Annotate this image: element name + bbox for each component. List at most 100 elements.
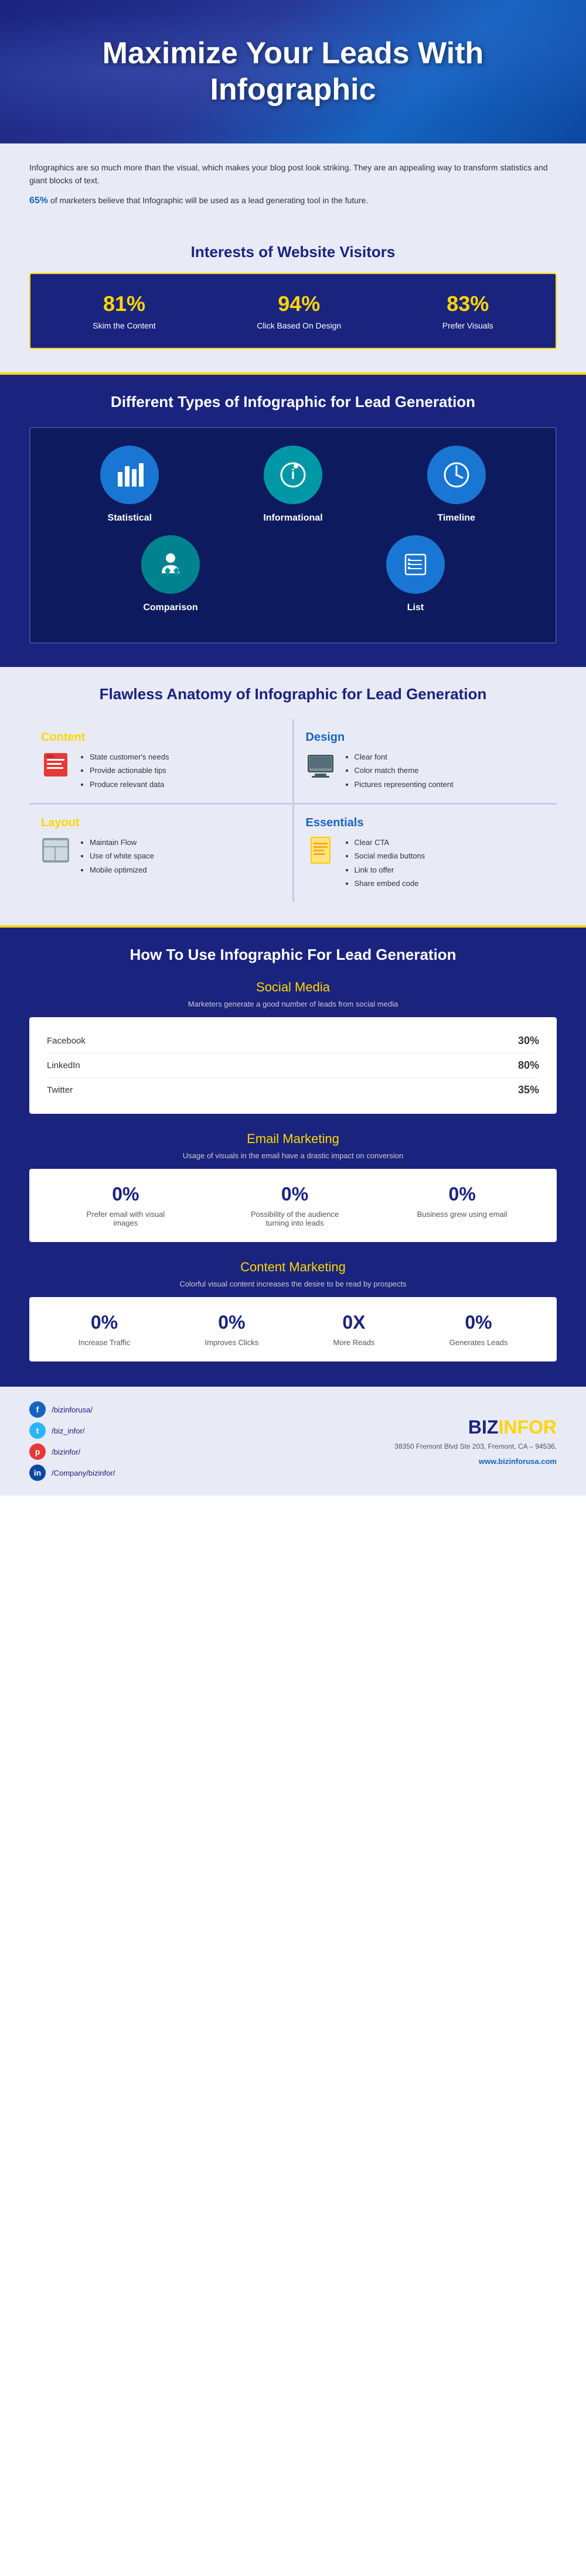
- type-label-informational: Informational: [263, 513, 322, 523]
- brand-name: BIZINFOR: [394, 1417, 557, 1438]
- content-label-3: More Reads: [333, 1338, 375, 1347]
- social-pct-3: 35%: [518, 1084, 539, 1096]
- anatomy-design-inner: Clear font Color match theme Pictures re…: [306, 750, 546, 791]
- type-item-list: List: [372, 535, 459, 613]
- intro-para2-text: of marketers believe that Infographic wi…: [50, 196, 368, 205]
- anatomy-content-icon: [41, 750, 70, 785]
- interests-section: Interests of Website Visitors 81% Skim t…: [0, 231, 586, 372]
- anatomy-essentials: Essentials Clear CTA Social media button…: [294, 805, 557, 902]
- anatomy-layout-label: Layout: [41, 816, 281, 830]
- footer-tw-handle: /biz_infor/: [52, 1426, 84, 1435]
- content-pct-1: 0%: [79, 1312, 131, 1333]
- content-item-2: 0% Improves Clicks: [205, 1312, 259, 1347]
- type-icon-list: [386, 535, 445, 594]
- content-item-1: 0% Increase Traffic: [79, 1312, 131, 1347]
- content-desc: Colorful visual content increases the de…: [29, 1280, 557, 1288]
- content-label-4: Generates Leads: [449, 1338, 508, 1347]
- howto-title: How To Use Infographic For Lead Generati…: [29, 945, 557, 965]
- anatomy-essentials-icon: [306, 836, 335, 870]
- hero-title: Maximize Your Leads With Infographic: [23, 35, 563, 108]
- content-pct-3: 0X: [333, 1312, 375, 1333]
- social-platform-3: Twitter: [47, 1085, 73, 1095]
- interest-label-1: Skim the Content: [93, 321, 155, 330]
- anatomy-essentials-li-4: Share embed code: [355, 877, 425, 890]
- anatomy-essentials-label: Essentials: [306, 816, 546, 830]
- type-icon-timeline: [427, 446, 486, 504]
- footer-social-pi[interactable]: p /bizinfor/: [29, 1443, 115, 1460]
- type-icon-statistical: [100, 446, 159, 504]
- interest-pct-3: 83%: [442, 292, 493, 316]
- email-item-1: 0% Prefer email with visual images: [79, 1183, 172, 1227]
- footer: f /bizinforusa/ t /biz_infor/ p /bizinfo…: [0, 1385, 586, 1496]
- type-label-statistical: Statistical: [108, 513, 152, 523]
- anatomy-essentials-inner: Clear CTA Social media buttons Link to o…: [306, 836, 546, 891]
- type-item-timeline: Timeline: [413, 446, 500, 524]
- brand-website: www.bizinforusa.com: [394, 1457, 557, 1466]
- email-desc: Usage of visuals in the email have a dra…: [29, 1151, 557, 1160]
- types-row-2: Comparison List: [48, 535, 538, 613]
- footer-social-tw[interactable]: t /biz_infor/: [29, 1422, 115, 1439]
- anatomy-section: Flawless Anatomy of Infographic for Lead…: [0, 667, 586, 926]
- social-media-title: Social Media: [29, 980, 557, 995]
- anatomy-layout-li-2: Use of white space: [90, 849, 154, 863]
- type-label-list: List: [407, 603, 424, 613]
- anatomy-content-li-1: State customer's needs: [90, 750, 169, 764]
- footer-social-fb[interactable]: f /bizinforusa/: [29, 1401, 115, 1418]
- interest-item-3: 83% Prefer Visuals: [442, 292, 493, 330]
- interest-pct-1: 81%: [93, 292, 155, 316]
- email-pct-3: 0%: [417, 1183, 507, 1205]
- type-label-timeline: Timeline: [437, 513, 475, 523]
- email-item-2: 0% Possibility of the audience turning i…: [248, 1183, 342, 1227]
- email-title: Email Marketing: [29, 1131, 557, 1147]
- types-section: Different Types of Infographic for Lead …: [0, 372, 586, 667]
- brand-biz: BIZ: [468, 1417, 499, 1438]
- social-pct-2: 80%: [518, 1059, 539, 1072]
- social-platform-2: LinkedIn: [47, 1060, 80, 1070]
- social-media-box: Facebook 30% LinkedIn 80% Twitter 35%: [29, 1017, 557, 1114]
- social-platform-1: Facebook: [47, 1036, 86, 1046]
- content-label-2: Improves Clicks: [205, 1338, 259, 1347]
- anatomy-layout-li-1: Maintain Flow: [90, 836, 154, 849]
- content-pct-2: 0%: [205, 1312, 259, 1333]
- anatomy-design: Design Clear font Color match theme Pict…: [294, 719, 557, 803]
- hero-section: Maximize Your Leads With Infographic: [0, 0, 586, 143]
- type-icon-comparison: [141, 535, 200, 594]
- email-item-3: 0% Business grew using email: [417, 1183, 507, 1227]
- type-label-comparison: Comparison: [143, 603, 197, 613]
- email-pct-1: 0%: [79, 1183, 172, 1205]
- anatomy-content-li-2: Provide actionable tips: [90, 764, 169, 777]
- email-label-1: Prefer email with visual images: [79, 1210, 172, 1227]
- anatomy-content-li-3: Produce relevant data: [90, 778, 169, 791]
- social-media-desc: Marketers generate a good number of lead…: [29, 1000, 557, 1008]
- anatomy-content: Content State customer's needs Provide a…: [29, 719, 292, 803]
- content-item-3: 0X More Reads: [333, 1312, 375, 1347]
- types-row-1: Statistical i Informational: [48, 446, 538, 524]
- linkedin-icon: in: [29, 1465, 46, 1481]
- interests-title: Interests of Website Visitors: [29, 243, 557, 261]
- footer-pi-handle: /bizinfor/: [52, 1448, 80, 1456]
- footer-social-li[interactable]: in /Company/bizinfor/: [29, 1465, 115, 1481]
- anatomy-design-label: Design: [306, 731, 546, 744]
- email-label-3: Business grew using email: [417, 1210, 507, 1219]
- type-item-comparison: Comparison: [127, 535, 214, 613]
- anatomy-layout-list: Maintain Flow Use of white space Mobile …: [79, 836, 154, 877]
- content-box: 0% Increase Traffic 0% Improves Clicks 0…: [29, 1297, 557, 1361]
- twitter-icon: t: [29, 1422, 46, 1439]
- anatomy-essentials-list: Clear CTA Social media buttons Link to o…: [344, 836, 425, 891]
- anatomy-design-li-3: Pictures representing content: [355, 778, 454, 791]
- interest-label-3: Prefer Visuals: [442, 321, 493, 330]
- content-item-4: 0% Generates Leads: [449, 1312, 508, 1347]
- email-pct-2: 0%: [248, 1183, 342, 1205]
- brand-address: 38350 Fremont Blvd Ste 203, Fremont, CA …: [394, 1441, 557, 1452]
- anatomy-layout-icon: [41, 836, 70, 870]
- howto-section: How To Use Infographic For Lead Generati…: [0, 925, 586, 1385]
- footer-brand: BIZINFOR 38350 Fremont Blvd Ste 203, Fre…: [394, 1417, 557, 1466]
- anatomy-essentials-li-3: Link to offer: [355, 863, 425, 877]
- brand-infor: INFOR: [498, 1417, 557, 1438]
- anatomy-content-inner: State customer's needs Provide actionabl…: [41, 750, 281, 791]
- footer-social: f /bizinforusa/ t /biz_infor/ p /bizinfo…: [29, 1401, 115, 1481]
- type-item-informational: i Informational: [249, 446, 337, 524]
- pinterest-icon: p: [29, 1443, 46, 1460]
- anatomy-layout-inner: Maintain Flow Use of white space Mobile …: [41, 836, 281, 877]
- anatomy-title: Flawless Anatomy of Infographic for Lead…: [29, 685, 557, 704]
